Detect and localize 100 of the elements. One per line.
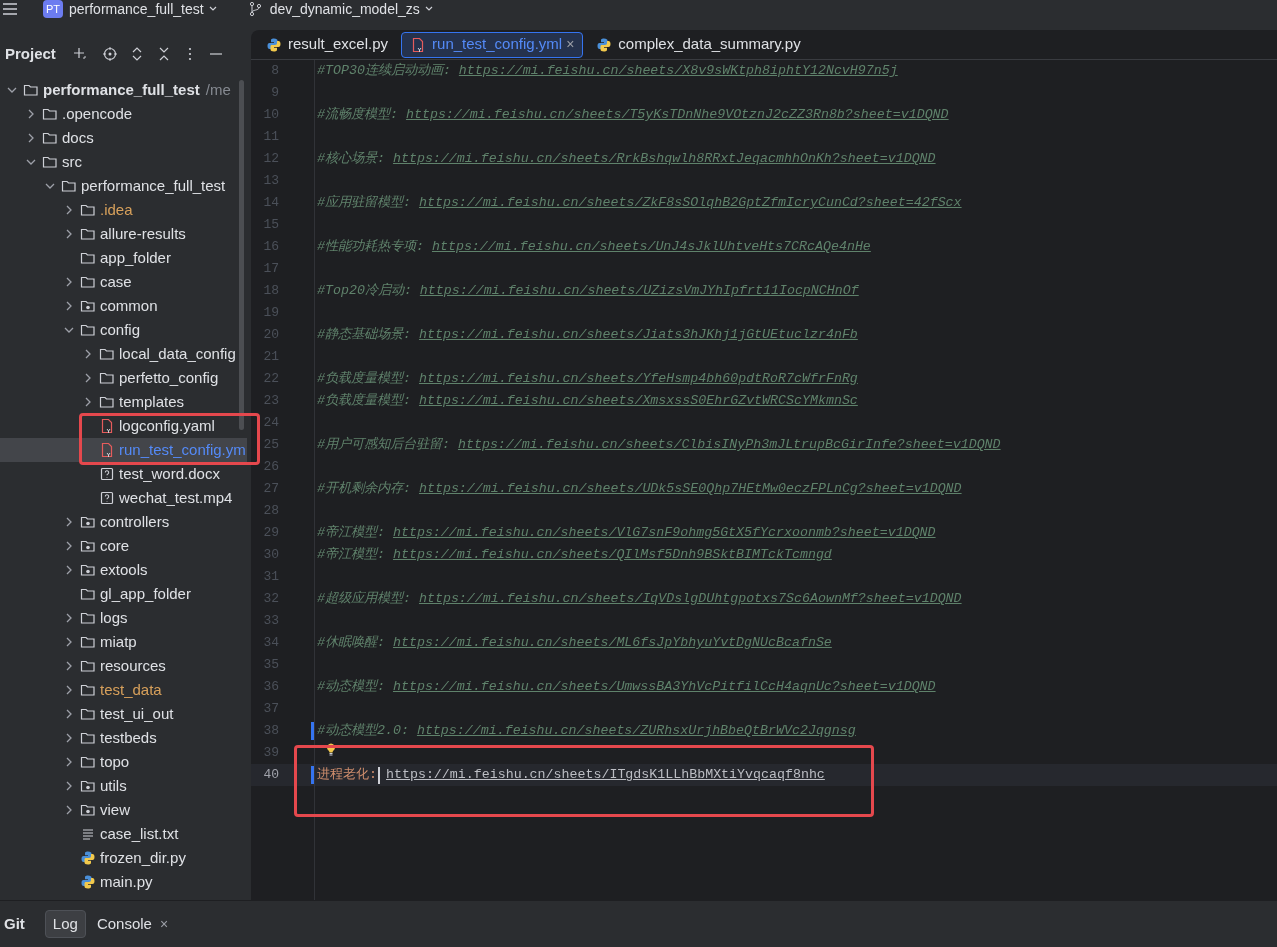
folder-icon [42, 106, 58, 122]
folder-icon [80, 706, 96, 722]
tree-item[interactable]: app_folder [100, 246, 171, 270]
panel-tab[interactable]: Log [44, 910, 86, 938]
tree-item[interactable]: core [100, 534, 130, 558]
chevron-down-icon [423, 4, 434, 12]
tree-item[interactable]: .idea [100, 198, 133, 222]
tree-item[interactable]: config [100, 318, 141, 342]
url-link[interactable]: https://mi.feishu.cn/sheets/VlG7snF9ohmg5GtX5fYcrxoonmb?sheet=v1DQND [392, 523, 936, 543]
project-badge: PT [43, 0, 63, 18]
python-file-icon [266, 36, 282, 53]
comment-text: #TOP30连续启动动画: [317, 62, 451, 81]
branch-icon [247, 1, 262, 17]
panel-tab[interactable]: Console × [89, 910, 176, 938]
tree-item[interactable]: utils [100, 774, 127, 798]
url-link[interactable]: https://mi.feishu.cn/sheets/ZkF8sSOlqhB2GptZfmIcryCunCd?sheet=42fScx [418, 193, 962, 213]
comment-text: #流畅度模型: [317, 106, 398, 125]
url-link[interactable]: https://mi.feishu.cn/sheets/RrkBshqwlh8RRxtJeqacmhhOnKh?sheet=v1DQND [392, 149, 936, 169]
tree-item[interactable]: performance_full_test [81, 174, 226, 198]
url-link[interactable]: https://mi.feishu.cn/sheets/ZURhsxUrjhBbeQtBrWVc2Jqgnsg [416, 721, 856, 741]
tree-item[interactable]: extools [100, 558, 148, 582]
tree-item[interactable]: wechat_test.mp4 [119, 486, 233, 510]
comment-text: #核心场景: [317, 150, 385, 169]
python-file-icon [80, 874, 96, 890]
url-link[interactable]: https://mi.feishu.cn/sheets/YfeHsmp4bh60pdtRoR7cWfrFnRg [418, 369, 858, 389]
tree-item[interactable]: test_word.docx [119, 462, 220, 486]
branch-name[interactable]: dev_dynamic_model_zs [269, 0, 420, 20]
comment-text: #帝江模型: [317, 546, 385, 565]
url-link[interactable]: https://mi.feishu.cn/sheets/T5yKsTDnNhe9VOtznJ2cZZ3Rn8b?sheet=v1DQND [405, 105, 949, 125]
folder-icon [99, 346, 115, 362]
tree-item[interactable]: common [100, 294, 158, 318]
tree-item[interactable]: .opencode [62, 102, 133, 126]
url-link[interactable]: https://mi.feishu.cn/sheets/UmwssBA3YhVcPitfilCcH4aqnUc?sheet=v1DQND [392, 677, 936, 697]
package-folder-icon [80, 298, 96, 314]
comment-text: #负载度量模型: [317, 392, 411, 411]
scrollbar[interactable] [239, 80, 244, 430]
url-link[interactable]: https://mi.feishu.cn/sheets/UZizsVmJYhIpfrt11IocpNCHnOf [419, 281, 859, 301]
url-link[interactable]: https://mi.feishu.cn/sheets/X8v9sWKtph8iphtY12NcvH97n5j [458, 61, 898, 81]
url-link[interactable]: https://mi.feishu.cn/sheets/ITgdsK1LLhBbMXtiYvqcaqf8nhc [386, 765, 825, 785]
url-link[interactable]: https://mi.feishu.cn/sheets/UDk5sSE0Qhp7HEtMw0eczFPLnCg?sheet=v1DQND [418, 479, 962, 499]
comment-text: #性能功耗热专项: [317, 238, 424, 257]
editor-tab[interactable]: result_excel.py [257, 31, 398, 58]
url-link[interactable]: https://mi.feishu.cn/sheets/QIlMsf5Dnh9BSktBIMTckTcmngd [392, 545, 832, 565]
tree-item[interactable]: frozen_dir.py [100, 846, 186, 870]
url-link[interactable]: https://mi.feishu.cn/sheets/Jiats3hJKhj1jGtUEtuclzr4nFb [418, 325, 858, 345]
python-file-icon [80, 850, 96, 866]
url-link[interactable]: https://mi.feishu.cn/sheets/IqVDslgDUhtgpotxs7Sc6AownMf?sheet=v1DQND [418, 589, 962, 609]
locate-icon[interactable] [101, 46, 118, 62]
comment-text: #休眠唤醒: [317, 634, 385, 653]
tree-item[interactable]: test_data [100, 678, 162, 702]
url-link[interactable]: https://mi.feishu.cn/sheets/XmsxssS0EhrGZvtWRCScYMkmnSc [418, 391, 858, 411]
line-number: 40 [262, 766, 279, 785]
tree-item[interactable]: gl_app_folder [100, 582, 191, 606]
url-link[interactable]: https://mi.feishu.cn/sheets/UnJ4sJklUhtveHts7CRcAQe4nHe [431, 237, 871, 257]
unknown-file-icon [99, 490, 115, 506]
package-folder-icon [80, 562, 96, 578]
comment-text: #应用驻留模型: [317, 194, 411, 213]
tree-item[interactable]: perfetto_config [119, 366, 219, 390]
folder-icon [80, 610, 96, 626]
comment-text: #动态模型2.0: [317, 722, 409, 741]
tree-item[interactable]: view [100, 798, 130, 822]
comment-text: #静态基础场景: [317, 326, 411, 345]
tree-item[interactable]: controllers [100, 510, 170, 534]
folder-icon [42, 154, 58, 170]
folder-icon [80, 586, 96, 602]
project-name[interactable]: performance_full_test [69, 0, 204, 20]
folder-icon [80, 226, 96, 242]
package-folder-icon [80, 778, 96, 794]
tree-item[interactable]: resources [100, 654, 166, 678]
close-tab-button[interactable]: × [159, 913, 169, 935]
url-link[interactable]: https://mi.feishu.cn/sheets/ML6fsJpYbhyuYvtDgNUcBcafnSe [392, 633, 832, 653]
text-cursor [378, 766, 380, 784]
tree-item[interactable]: case [100, 270, 132, 294]
tree-item[interactable]: topo [100, 750, 130, 774]
folder-icon [80, 658, 96, 674]
panel-title: Project [5, 43, 56, 64]
folder-icon [42, 130, 58, 146]
add-icon[interactable] [71, 46, 88, 62]
comment-text: #Top20冷启动: [317, 282, 412, 301]
tree-item[interactable]: src [62, 150, 82, 174]
package-folder-icon [80, 538, 96, 554]
editor-tab[interactable]: run_test_config.yml × [401, 31, 584, 58]
url-link[interactable]: https://mi.feishu.cn/sheets/ClbisINyPh3mJLtrupBcGirInfe?sheet=v1DQND [457, 435, 1001, 455]
editor-tab[interactable]: complex_data_summary.py [587, 31, 810, 58]
menu-icon [1, 1, 19, 17]
path-hint: /me [205, 79, 231, 100]
tree-item[interactable]: logconfig.yaml [119, 414, 215, 438]
tree-item[interactable]: performance_full_test [43, 78, 200, 102]
tree-item[interactable]: miatp [100, 630, 137, 654]
tree-item[interactable]: test_ui_out [100, 702, 174, 726]
folder-icon [80, 682, 96, 698]
close-tab-button[interactable]: × [566, 34, 575, 55]
tree-item[interactable]: templates [119, 390, 185, 414]
tree-item[interactable]: case_list.txt [100, 822, 179, 846]
tree-item[interactable]: logs [100, 606, 128, 630]
tree-item[interactable]: docs [62, 126, 94, 150]
tree-item[interactable]: allure-results [100, 222, 186, 246]
tree-item[interactable]: testbeds [100, 726, 157, 750]
tree-item[interactable]: main.py [100, 870, 153, 894]
tree-item[interactable]: local_data_config [119, 342, 236, 366]
